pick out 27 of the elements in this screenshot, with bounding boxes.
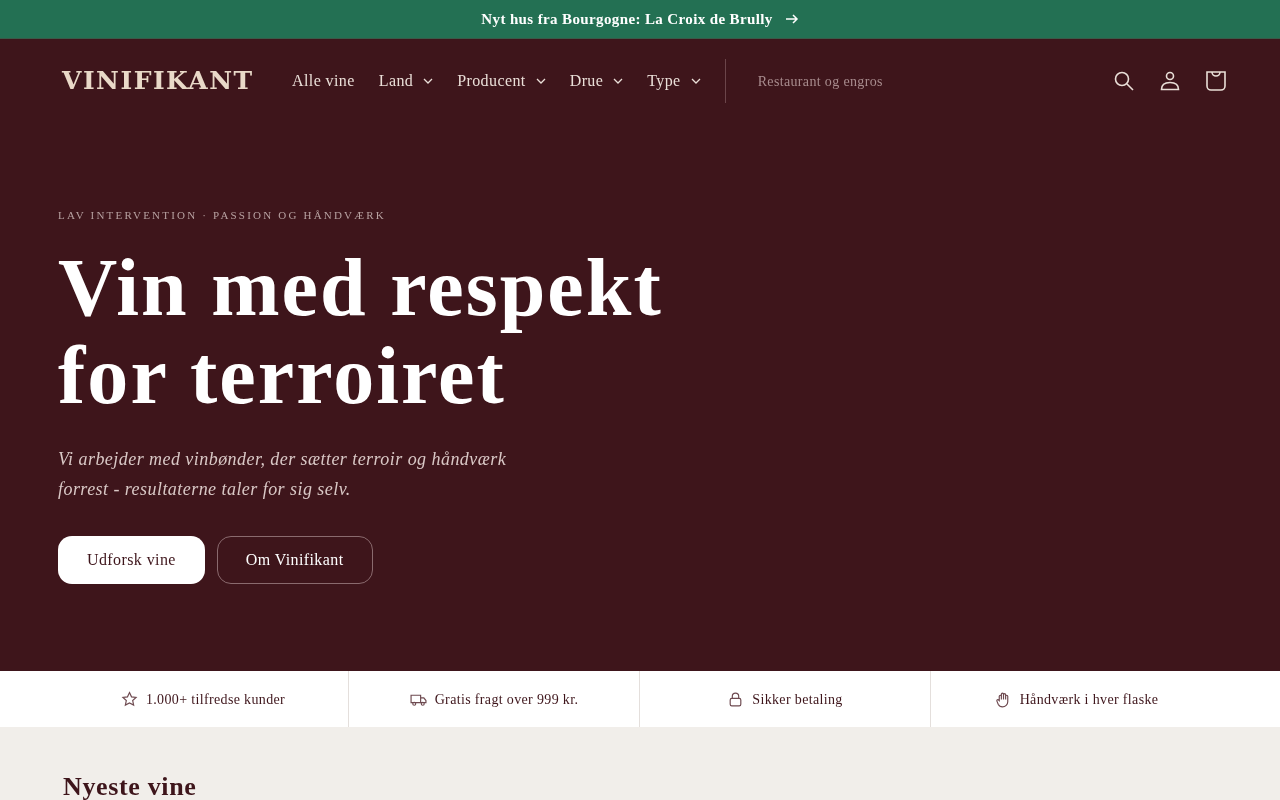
trust-text: Håndværk i hver flaske	[1019, 690, 1159, 709]
account-icon[interactable]	[1158, 69, 1182, 93]
nav-dropdown[interactable]: Land	[378, 69, 434, 93]
chevron-down-icon	[690, 78, 701, 84]
nav-dropdown[interactable]: Type	[647, 69, 701, 93]
star-icon	[120, 690, 138, 708]
eyebrow-text: LAV INTERVENTION · PASSION OG HÅNDVÆRK	[58, 208, 387, 223]
chevron-down-icon	[613, 78, 624, 84]
arrow-icon	[784, 12, 799, 26]
search-icon[interactable]	[1112, 69, 1136, 93]
nav-dropdown[interactable]: Producent	[457, 69, 546, 93]
hero-title: Vin med respekt for terroiret	[58, 243, 664, 420]
nav-link[interactable]: Restaurant og engros	[757, 70, 883, 92]
trust-text: 1.000+ tilfredse kunder	[145, 690, 286, 709]
chevron-down-icon	[423, 78, 434, 84]
primary-button[interactable]: Udforsk vine	[58, 535, 205, 584]
cart-icon[interactable]	[1204, 69, 1228, 93]
announcement-link[interactable]: Nyt hus fra Bourgogne: La Croix de Brully	[481, 7, 799, 31]
section-title: Nyeste vine	[63, 771, 198, 800]
nav-dropdown[interactable]: Drue	[569, 69, 624, 93]
secondary-button[interactable]: Om Vinifikant	[216, 535, 373, 584]
logo[interactable]: VINIFIKANT	[62, 62, 292, 100]
trust-text: Gratis fragt over 999 kr.	[434, 690, 579, 709]
hero-text: Vi arbejder med vinbønder, der sætter terroir og håndværk forrest - resultaterne taler for sig selv.	[58, 447, 508, 501]
trust-text: Sikker betaling	[752, 690, 843, 709]
chevron-down-icon	[535, 78, 546, 84]
nav-link[interactable]: Alle vine	[292, 69, 355, 93]
